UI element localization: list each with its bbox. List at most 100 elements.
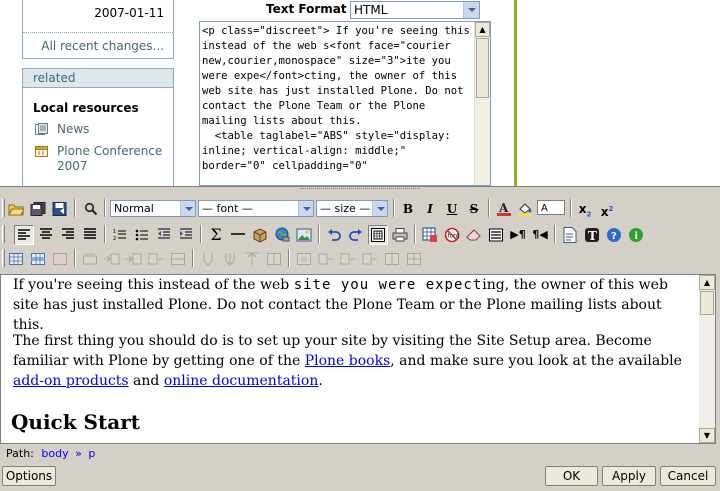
subscript-button[interactable]: x2 xyxy=(575,199,595,219)
add-on-products-link[interactable]: add-on products xyxy=(13,373,129,389)
unordered-list-icon[interactable] xyxy=(132,225,152,245)
special-character-icon[interactable]: Σ xyxy=(206,225,226,245)
horizontal-rule-icon[interactable] xyxy=(228,225,248,245)
align-center-icon[interactable] xyxy=(36,225,56,245)
cell-insert-icon[interactable] xyxy=(294,249,314,269)
event-icon xyxy=(35,146,48,157)
paragraph-intro[interactable]: If you're seeing this instead of the web… xyxy=(13,275,693,335)
ordered-list-icon[interactable]: 12 xyxy=(110,225,130,245)
cell-split-vertical-icon[interactable] xyxy=(404,249,424,269)
source-scrollbar[interactable]: ▲ xyxy=(474,22,490,185)
print-icon[interactable] xyxy=(390,225,410,245)
scroll-up-button[interactable]: ▲ xyxy=(699,275,715,290)
text-format-select[interactable]: HTML xyxy=(350,1,480,19)
html-source-textarea[interactable]: <p class="discreet"> If you're seeing th… xyxy=(199,21,491,186)
online-documentation-link[interactable]: online documentation xyxy=(164,373,319,389)
justify-icon[interactable] xyxy=(80,225,100,245)
split-cell-icon[interactable] xyxy=(220,249,240,269)
size-select[interactable]: — size — xyxy=(316,200,388,217)
outdent-icon[interactable] xyxy=(154,225,174,245)
cell-delete-icon[interactable] xyxy=(316,249,336,269)
save-all-icon[interactable] xyxy=(28,199,48,219)
format-select-value: Normal xyxy=(114,202,154,215)
cell-merge-down-icon[interactable] xyxy=(360,249,380,269)
background-color-icon[interactable] xyxy=(515,199,535,219)
quick-start-heading[interactable]: Quick Start xyxy=(11,412,140,432)
format-select[interactable]: Normal xyxy=(110,200,196,217)
document-properties-icon[interactable] xyxy=(560,225,580,245)
strikethrough-button[interactable]: S xyxy=(464,199,484,219)
table-row-properties-icon[interactable] xyxy=(28,249,48,269)
redo-icon[interactable] xyxy=(346,225,366,245)
eraser-icon[interactable] xyxy=(464,225,484,245)
align-left-icon[interactable] xyxy=(14,225,34,245)
cell-merge-right-icon[interactable] xyxy=(338,249,358,269)
splitter-grip[interactable] xyxy=(300,188,420,192)
insert-row-after-icon[interactable] xyxy=(102,249,122,269)
about-icon[interactable]: i xyxy=(626,225,646,245)
local-resources-title: Local resources xyxy=(33,101,139,115)
undo-icon[interactable] xyxy=(324,225,344,245)
rtl-direction-icon[interactable]: ¶◀ xyxy=(530,225,550,245)
text-color-icon[interactable]: A xyxy=(494,199,514,219)
cancel-button[interactable]: Cancel xyxy=(660,466,716,486)
scroll-thumb[interactable] xyxy=(700,291,714,315)
delete-column-icon[interactable] xyxy=(198,249,218,269)
html-source-toggle-icon[interactable] xyxy=(368,225,388,245)
open-folder-icon[interactable] xyxy=(6,199,26,219)
text-format-label: Text Format xyxy=(266,2,347,16)
ltr-direction-icon[interactable]: ▶¶ xyxy=(508,225,528,245)
insert-image-icon[interactable] xyxy=(294,225,314,245)
table-properties-icon[interactable] xyxy=(6,249,26,269)
clean-html-icon[interactable] xyxy=(486,225,506,245)
insert-column-before-icon[interactable] xyxy=(146,249,166,269)
intro-text-start: If you're seeing this instead of the web xyxy=(13,277,294,293)
scroll-thumb[interactable] xyxy=(476,38,489,98)
chevron-down-icon[interactable] xyxy=(463,2,479,18)
remove-font-icon[interactable]: font xyxy=(442,225,462,245)
help-icon[interactable]: ? xyxy=(604,225,624,245)
scroll-down-button[interactable]: ▼ xyxy=(699,428,715,443)
options-button[interactable]: Options xyxy=(2,466,56,486)
bold-button[interactable]: B xyxy=(398,199,418,219)
text-format-value: HTML xyxy=(354,3,388,17)
path-p-link[interactable]: p xyxy=(88,447,95,460)
insert-table-icon[interactable] xyxy=(420,225,440,245)
toolbar-separator xyxy=(318,225,320,243)
indent-icon[interactable] xyxy=(176,225,196,245)
chevron-down-icon[interactable] xyxy=(298,201,313,216)
apply-button[interactable]: Apply xyxy=(602,466,656,486)
insert-object-icon[interactable] xyxy=(250,225,270,245)
insert-link-icon[interactable] xyxy=(272,225,292,245)
typography-icon[interactable]: T xyxy=(582,225,602,245)
chevron-down-icon[interactable] xyxy=(372,201,387,216)
ok-button[interactable]: OK xyxy=(545,466,598,486)
plone-books-link[interactable]: Plone books xyxy=(305,353,391,369)
editing-area[interactable]: If you're seeing this instead of the web… xyxy=(0,274,716,444)
chevron-down-icon[interactable] xyxy=(180,201,195,216)
merge-cells-icon[interactable] xyxy=(242,249,262,269)
cell-split-icon[interactable] xyxy=(382,249,402,269)
insert-row-before-icon[interactable] xyxy=(80,249,100,269)
table-cell-properties-icon[interactable] xyxy=(50,249,70,269)
monospace-text: site you were expect xyxy=(293,277,483,293)
all-recent-changes-link[interactable]: All recent changes... xyxy=(41,39,164,53)
save-icon[interactable] xyxy=(50,199,70,219)
editor-scrollbar[interactable]: ▲ ▼ xyxy=(699,275,715,443)
italic-button[interactable]: I xyxy=(420,199,440,219)
align-right-icon[interactable] xyxy=(58,225,78,245)
underline-button[interactable]: U xyxy=(442,199,462,219)
superscript-button[interactable]: x2 xyxy=(597,199,617,219)
path-body-link[interactable]: body xyxy=(41,447,68,460)
toolbar-separator xyxy=(288,249,290,267)
font-select[interactable]: — font — xyxy=(198,200,314,217)
paragraph-setup[interactable]: The first thing you should do is to set … xyxy=(13,331,693,391)
find-icon[interactable] xyxy=(81,199,101,219)
svg-text:T: T xyxy=(588,229,597,243)
color-value-box[interactable]: A xyxy=(537,200,565,215)
resize-splitter[interactable] xyxy=(0,186,720,193)
scroll-up-button[interactable]: ▲ xyxy=(475,22,490,37)
delete-row-icon[interactable] xyxy=(124,249,144,269)
table-grid-icon[interactable] xyxy=(264,249,284,269)
insert-column-after-icon[interactable] xyxy=(168,249,188,269)
